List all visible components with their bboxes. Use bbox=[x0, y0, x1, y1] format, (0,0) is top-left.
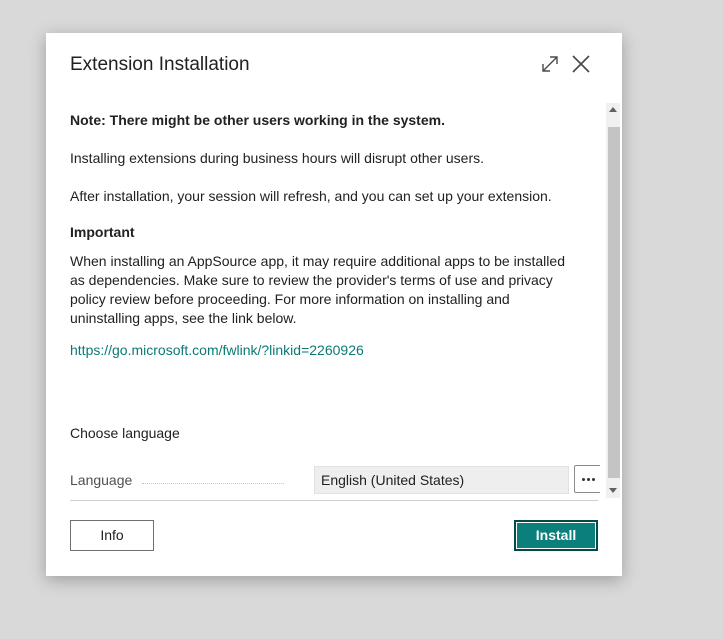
close-icon[interactable] bbox=[570, 53, 592, 75]
session-refresh-text: After installation, your session will re… bbox=[70, 188, 552, 204]
scroll-down-icon[interactable] bbox=[609, 488, 617, 493]
dependency-info-line: policy review before proceeding. For mor… bbox=[70, 291, 510, 307]
scrollbar-thumb[interactable] bbox=[608, 127, 620, 478]
choose-language-heading: Choose language bbox=[70, 425, 180, 441]
vertical-scrollbar[interactable] bbox=[606, 103, 620, 498]
language-field[interactable]: English (United States) bbox=[314, 466, 569, 494]
extension-installation-dialog: Extension Installation Note: There might… bbox=[46, 33, 622, 576]
dependency-info-text: When installing an AppSource app, it may… bbox=[70, 252, 580, 328]
dialog-content: Note: There might be other users working… bbox=[70, 103, 600, 500]
dependency-info-line: uninstalling apps, see the link below. bbox=[70, 310, 297, 326]
business-hours-text: Installing extensions during business ho… bbox=[70, 150, 484, 166]
note-text: Note: There might be other users working… bbox=[70, 112, 445, 128]
field-leader-dots bbox=[142, 483, 284, 484]
important-heading: Important bbox=[70, 224, 135, 240]
dialog-title: Extension Installation bbox=[70, 54, 250, 75]
install-button[interactable]: Install bbox=[514, 520, 598, 551]
language-label: Language bbox=[70, 472, 133, 488]
scroll-up-icon[interactable] bbox=[609, 107, 617, 112]
dependency-info-line: as dependencies. Make sure to review the… bbox=[70, 272, 553, 288]
footer-divider bbox=[70, 500, 598, 501]
microsoft-info-link[interactable]: https://go.microsoft.com/fwlink/?linkid=… bbox=[70, 342, 364, 358]
dependency-info-line: When installing an AppSource app, it may… bbox=[70, 253, 565, 269]
info-button[interactable]: Info bbox=[70, 520, 154, 551]
language-lookup-button[interactable] bbox=[574, 465, 600, 493]
expand-icon[interactable] bbox=[539, 53, 561, 75]
